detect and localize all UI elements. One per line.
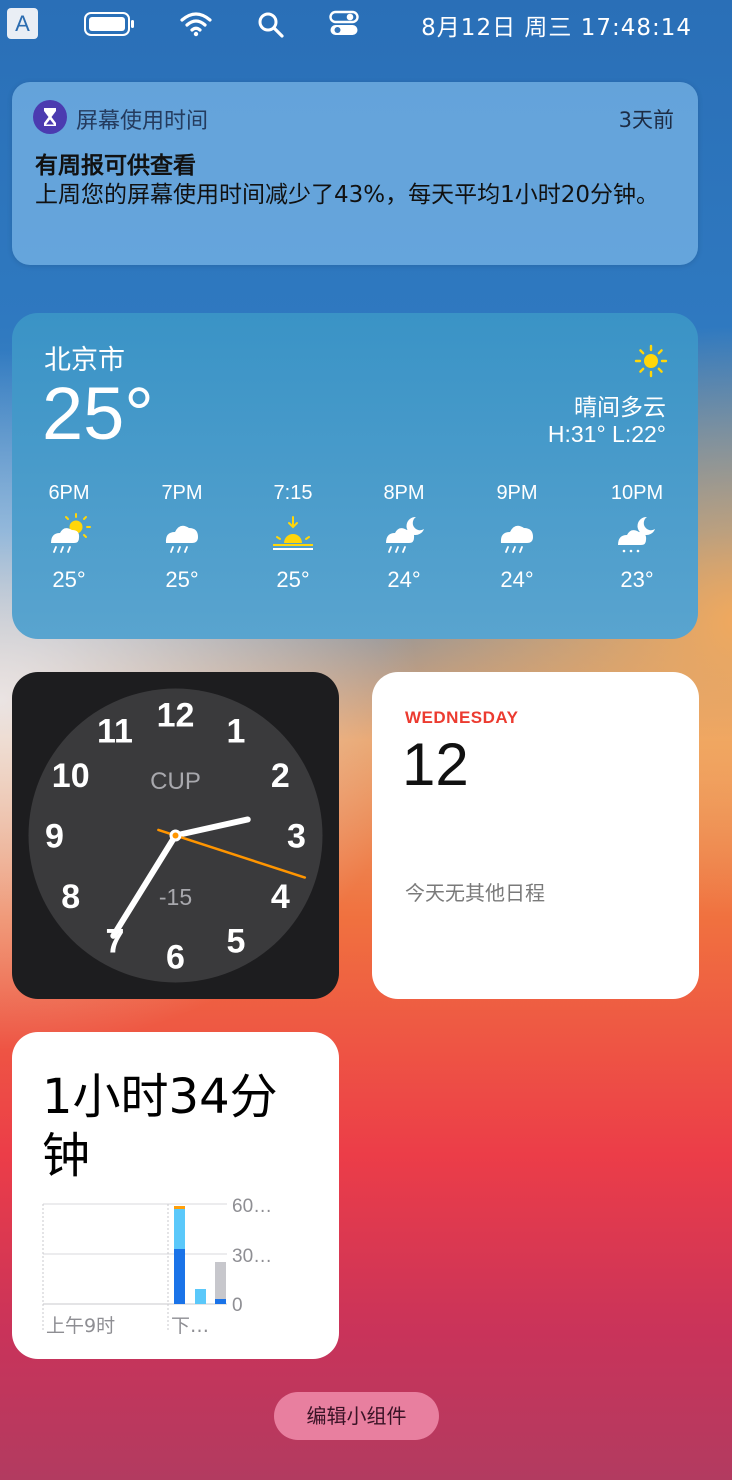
clock-center-dot: [172, 832, 179, 839]
spotlight-search-icon[interactable]: [257, 11, 285, 39]
hourly-forecast: 8PM 24°: [359, 482, 449, 593]
hour-temp: 23°: [620, 567, 654, 592]
y-tick-label: 0: [232, 1295, 243, 1316]
clock-numeral: 1: [227, 713, 246, 751]
sunset-icon: [248, 511, 338, 567]
y-tick-label: 30…: [232, 1246, 272, 1267]
hour-time: 8PM: [383, 482, 425, 504]
battery-icon[interactable]: [84, 12, 136, 36]
hour-time: 6PM: [48, 482, 90, 504]
hour-temp: 25°: [276, 567, 310, 592]
usage-bar-segment: [215, 1299, 226, 1304]
hour-temp: 25°: [165, 567, 199, 592]
clock-numeral: 8: [61, 878, 80, 916]
hourly-forecast: 7:15 25°: [248, 482, 338, 593]
clock-numeral: 6: [166, 939, 185, 977]
x-tick-label: 上午9时: [46, 1315, 115, 1337]
clock-numeral: 5: [227, 922, 246, 960]
usage-bar-segment: [195, 1289, 206, 1304]
weather-current-temp: 25°: [42, 372, 154, 455]
hourly-forecast: 10PM 23°: [592, 482, 682, 593]
analog-clock-face: 12 1234567891011 CUP -15: [28, 688, 323, 983]
hourly-forecast: 7PM 25°: [137, 482, 227, 593]
menu-bar-clock[interactable]: 8月12日 周三 17:48:14: [421, 8, 692, 42]
weather-widget[interactable]: 北京市 25° 晴间多云 H:31° L:22° 6PM 25° 7PM 25°…: [12, 313, 698, 639]
calendar-no-events: 今天无其他日程: [405, 881, 545, 905]
hour-time: 7:15: [273, 482, 313, 504]
notification-title: 有周报可供查看: [35, 153, 196, 179]
notification-body: 上周您的屏幕使用时间减少了43%，每天平均1小时20分钟。: [35, 182, 660, 208]
notification-time: 3天前: [618, 108, 674, 132]
notification-app-name: 屏幕使用时间: [76, 109, 209, 134]
screen-time-chart: 60… 30… 0 上午9时 下…: [42, 1196, 272, 1337]
clock-numeral: 12: [157, 697, 195, 735]
hour-time: 10PM: [610, 482, 664, 504]
usage-bar-segment: [174, 1249, 185, 1304]
screen-time-widget[interactable]: 1小时34分钟 60… 30… 0 上午9时 下…: [12, 1032, 339, 1359]
usage-bar-segment: [174, 1206, 185, 1209]
hour-temp: 25°: [52, 567, 86, 592]
clock-numeral: 9: [45, 818, 64, 856]
clock-offset-label: -15: [159, 884, 192, 910]
hour-time: 7PM: [161, 482, 203, 504]
control-center-icon[interactable]: [329, 10, 359, 38]
edit-widgets-button[interactable]: 编辑小组件: [274, 1392, 439, 1440]
cloud-rain-icon: [472, 511, 562, 567]
screen-time-notification[interactable]: 屏幕使用时间 3天前 有周报可供查看 上周您的屏幕使用时间减少了43%，每天平均…: [12, 82, 698, 265]
world-clock-widget[interactable]: 12 1 2 3 4 5 6 7 8 9 10 11 CUP -15: [12, 672, 339, 999]
usage-bar-segment: [215, 1262, 226, 1299]
input-source-icon[interactable]: A: [7, 8, 38, 39]
clock-numeral: 4: [271, 878, 290, 916]
hour-temp: 24°: [500, 567, 534, 592]
calendar-date: 12: [402, 731, 469, 798]
clock-numeral: 3: [287, 818, 306, 856]
cloud-rain-icon: [137, 511, 227, 567]
clock-numeral: 10: [52, 757, 90, 795]
sun-icon: [634, 344, 668, 378]
wifi-icon[interactable]: [180, 11, 212, 37]
y-tick-label: 60…: [232, 1196, 272, 1217]
usage-bar-segment: [174, 1209, 185, 1249]
calendar-widget[interactable]: WEDNESDAY 12 今天无其他日程: [372, 672, 699, 999]
moon-cloud-rain-icon: [359, 511, 449, 567]
clock-numeral: 11: [97, 713, 133, 751]
moon-cloud-icon: [592, 511, 682, 567]
hourly-forecast: 6PM 25°: [24, 482, 114, 593]
hour-temp: 24°: [387, 567, 421, 592]
sun-cloud-rain-icon: [24, 511, 114, 567]
weather-high-low: H:31° L:22°: [547, 421, 666, 447]
calendar-weekday: WEDNESDAY: [405, 708, 519, 727]
clock-city-label: CUP: [150, 768, 201, 795]
clock-numeral: 2: [271, 757, 290, 795]
hourglass-icon: [33, 100, 67, 134]
menu-bar: A 8月12日 周三 17:48:14: [0, 0, 732, 48]
hourly-forecast: 9PM 24°: [472, 482, 562, 593]
weather-condition: 晴间多云: [574, 395, 666, 421]
hour-time: 9PM: [496, 482, 538, 504]
x-tick-label: 下…: [171, 1315, 209, 1337]
